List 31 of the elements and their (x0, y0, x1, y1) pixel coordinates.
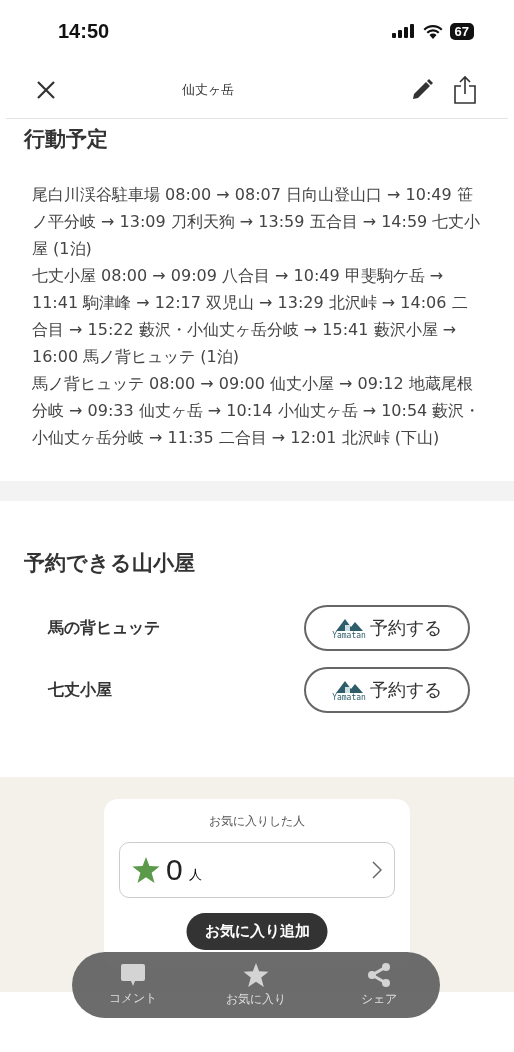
reserve-button[interactable]: Yamatan 予約する (304, 667, 470, 713)
logo-text: Yamatan (332, 692, 366, 702)
hut-name: 七丈小屋 (48, 679, 112, 701)
schedule-text: 七丈小屋 08:00 → 09:09 八合目 → 10:49 甲斐駒ケ岳 → 11:41 駒津峰 → 12:17 双児山 → 13:29 北沢峠 → 14:06 二合目 → 15:22 藪沢・小仙丈ヶ岳分岐 → 15:41 藪沢小屋 → 16:00 馬ノ背ヒュッテ (1泊) (32, 265, 469, 368)
battery-indicator: 67 (449, 22, 474, 40)
star-icon (132, 857, 160, 883)
tab-button[interactable]: お気に入り (206, 961, 306, 1009)
favorites-count: 0 (166, 853, 183, 887)
favorites-count-row[interactable]: 0 人 (119, 842, 395, 898)
schedule-text: 尾白川渓谷駐車場 08:00 → 08:07 日向山登山口 → 10:49 笹ノ平分岐 → 13:09 刀利天狗 → 13:59 五合目 → 14:59 七丈小屋 (1泊) (32, 184, 482, 260)
status-time: 14:50 (58, 19, 110, 43)
page-title: 仙丈ヶ岳 (181, 81, 235, 99)
share-icon (366, 962, 391, 987)
speech-bubble-icon (121, 963, 146, 986)
button-label: 予約する (369, 616, 442, 640)
signal-icon (391, 24, 416, 38)
tab-button[interactable]: コメント (83, 962, 184, 1008)
tooltip: お気に入り追加 (186, 913, 328, 950)
reserve-button[interactable]: Yamatan 予約する (304, 605, 470, 651)
section-heading: 予約できる山小屋 (24, 550, 196, 577)
chevron-icon (372, 861, 382, 879)
card-title: お気に入りした人 (209, 813, 305, 830)
wifi-icon (422, 23, 443, 39)
hut-name: 馬の背ヒュッテ (48, 617, 160, 639)
tab-button[interactable]: シェア (328, 961, 429, 1009)
schedule-text: 馬ノ背ヒュッテ 08:00 → 09:00 仙丈小屋 → 09:12 地蔵尾根分岐 → 09:33 仙丈ヶ岳 → 10:14 小仙丈ヶ岳 → 10:54 藪沢・小仙丈ヶ岳分岐 → 11:35 二合目 → 12:01 北沢峠 (下山) (32, 373, 482, 449)
logo-text: Yamatan (332, 630, 366, 640)
count-unit: 人 (188, 866, 203, 884)
star-icon (243, 962, 269, 987)
button-label: 予約する (369, 678, 442, 702)
section-heading: 行動予定 (24, 126, 109, 153)
